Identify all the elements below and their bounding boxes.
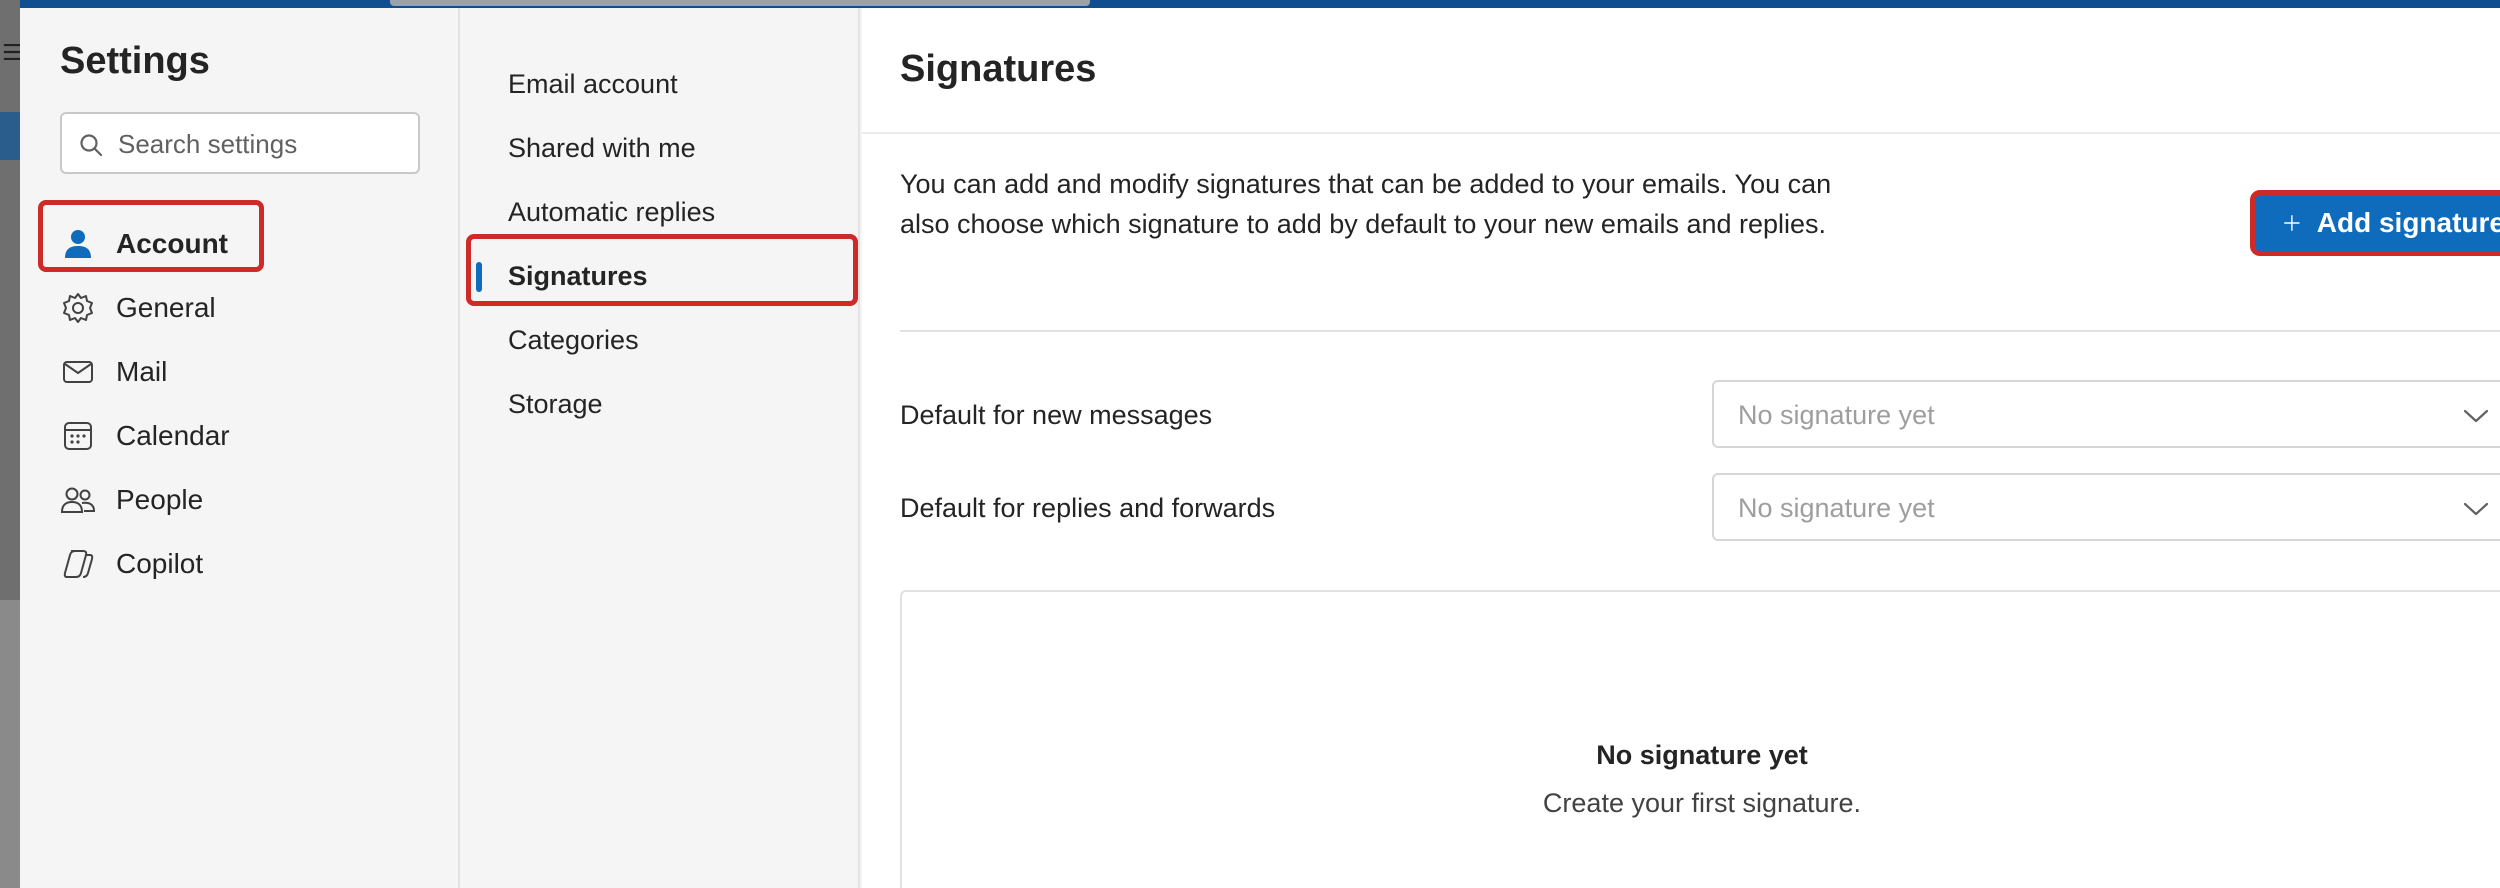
person-icon	[60, 226, 96, 262]
empty-state-subtitle: Create your first signature.	[1542, 788, 1862, 818]
subnav-item-label: Shared with me	[508, 132, 696, 163]
background-app-edge: ☰	[0, 0, 22, 888]
page-title: Signatures	[900, 48, 1097, 90]
default-replies-forwards-label: Default for replies and forwards	[900, 493, 1276, 523]
nav-item-general[interactable]: General	[60, 276, 440, 340]
signatures-panel: Signatures You can add and modify signat…	[862, 8, 2500, 888]
subnav-item-label: Categories	[508, 324, 639, 355]
background-selected-bar	[0, 112, 20, 160]
add-signature-button[interactable]: Add signature	[2250, 190, 2500, 256]
subnav-item-signatures[interactable]: Signatures	[462, 244, 860, 308]
nav-item-people[interactable]: People	[60, 468, 440, 532]
search-box[interactable]	[60, 112, 420, 174]
subnav-item-shared-with-me[interactable]: Shared with me	[462, 116, 860, 180]
subnav-item-label: Storage	[508, 388, 603, 419]
nav-item-label: Account	[116, 228, 228, 259]
background-scroll-thumb	[390, 0, 1090, 6]
account-subsection-list: Email account Shared with me Automatic r…	[462, 52, 860, 436]
settings-category-list: Account General Mail Calendar People Cop…	[60, 212, 440, 596]
nav-item-account[interactable]: Account	[60, 212, 440, 276]
plus-icon	[2284, 215, 2300, 231]
calendar-icon	[60, 418, 96, 454]
dropdown-value: No signature yet	[1738, 400, 1935, 430]
subnav-item-automatic-replies[interactable]: Automatic replies	[462, 180, 860, 244]
settings-category-pane: Settings Account	[20, 8, 460, 888]
nav-item-copilot[interactable]: Copilot	[60, 532, 440, 596]
nav-item-mail[interactable]: Mail	[60, 340, 440, 404]
subnav-item-email-account[interactable]: Email account	[462, 52, 860, 116]
nav-item-label: Mail	[116, 356, 168, 387]
default-replies-forwards-dropdown[interactable]: No signature yet	[1712, 473, 2500, 541]
settings-dialog: Settings Account	[20, 8, 2500, 888]
chevron-down-icon	[2463, 409, 2489, 423]
mail-icon	[60, 354, 96, 390]
background-strip	[0, 0, 20, 600]
default-new-messages-label: Default for new messages	[900, 400, 1213, 430]
nav-item-label: General	[116, 292, 216, 323]
subnav-item-label: Email account	[508, 68, 678, 99]
nav-item-label: Calendar	[116, 420, 230, 451]
gear-icon	[60, 290, 96, 326]
search-input[interactable]	[118, 126, 408, 162]
copilot-icon	[60, 546, 96, 582]
empty-signatures-card: No signature yet Create your first signa…	[900, 590, 2500, 888]
signatures-description: You can add and modify signatures that c…	[900, 169, 1832, 239]
dropdown-value: No signature yet	[1738, 493, 1935, 523]
empty-state-title: No signature yet	[1596, 740, 1808, 770]
selected-indicator	[476, 262, 482, 292]
people-icon	[60, 482, 96, 518]
subnav-item-categories[interactable]: Categories	[462, 308, 860, 372]
header-divider	[862, 132, 2500, 134]
chevron-down-icon	[2463, 502, 2489, 516]
settings-title: Settings	[60, 40, 210, 82]
screen: ☰ Settings Search settings Account Gener…	[0, 0, 2500, 888]
background-app-header	[0, 0, 2500, 8]
subnav-item-label: Signatures	[508, 260, 648, 291]
search-icon	[80, 134, 103, 157]
nav-item-calendar[interactable]: Calendar	[60, 404, 440, 468]
subnav-item-storage[interactable]: Storage	[462, 372, 860, 436]
nav-item-label: People	[116, 484, 204, 515]
background-menu-icon: ☰	[2, 40, 22, 65]
section-divider	[900, 330, 2500, 332]
subnav-item-label: Automatic replies	[508, 196, 716, 227]
account-subsection-pane: Email account Shared with me Automatic r…	[462, 8, 860, 888]
nav-item-label: Copilot	[116, 548, 204, 579]
default-new-messages-dropdown[interactable]: No signature yet	[1712, 380, 2500, 448]
add-signature-label: Add signature	[2316, 207, 2500, 238]
